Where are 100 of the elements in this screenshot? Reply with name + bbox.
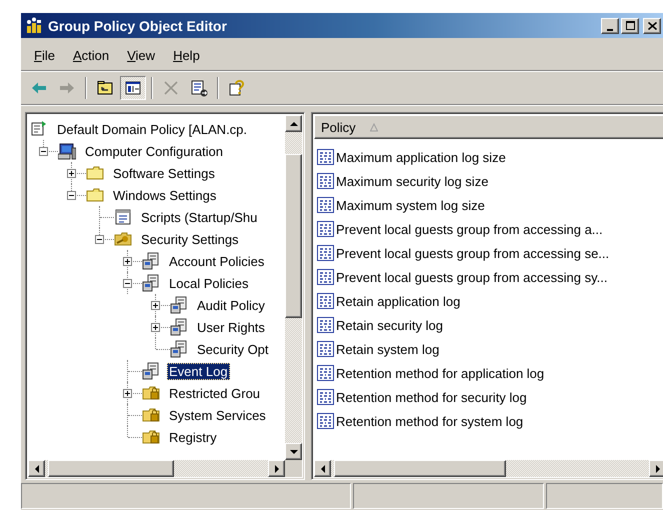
policy-item[interactable]: Maximum security log size (336, 174, 488, 188)
policy-setting-icon (316, 196, 336, 214)
computer-icon (58, 142, 76, 160)
tree-item[interactable]: Audit Policy (195, 296, 267, 314)
app-icon (25, 16, 43, 34)
menu-item[interactable]: Help (166, 46, 207, 64)
tree-expander[interactable] (123, 257, 132, 266)
tree-item[interactable]: Computer Configuration (83, 142, 226, 160)
policy-item[interactable]: Prevent local guests group from accessing a... (336, 222, 603, 236)
tree-expander[interactable] (123, 279, 132, 288)
close-button[interactable] (643, 18, 661, 34)
policy-item[interactable]: Retain system log (336, 342, 440, 356)
policy-item[interactable]: Retention method for system log (336, 414, 524, 428)
policy-setting-icon (316, 244, 336, 262)
key-folder-icon (114, 230, 132, 248)
tree-item[interactable]: Local Policies (167, 274, 250, 292)
plus-icon (125, 259, 130, 264)
policy-setting-icon (316, 292, 336, 310)
tree-toggle-button[interactable] (120, 76, 146, 100)
document-arrow-icon (190, 79, 208, 97)
lock-folder-icon (142, 384, 160, 402)
window-title: Group Policy Object Editor (48, 18, 228, 34)
policy-item[interactable]: Prevent local guests group from accessing se... (336, 246, 610, 260)
scrollbar-corner (285, 460, 302, 477)
tree-item[interactable]: Windows Settings (111, 186, 218, 204)
folder-icon (86, 164, 104, 182)
tree-item[interactable]: Registry (167, 428, 219, 446)
tree-item[interactable]: Software Settings (111, 164, 217, 182)
cross-icon (162, 79, 180, 97)
policy-setting-icon (316, 316, 336, 334)
policy-item[interactable]: Retention method for security log (336, 390, 527, 404)
policy-setting-icon (316, 364, 336, 382)
policy-item[interactable]: Prevent local guests group from accessing sy... (336, 270, 608, 284)
minus-icon (97, 239, 102, 240)
policy-setting-icon (316, 388, 336, 406)
policy-node-icon (142, 252, 160, 270)
policy-item[interactable]: Maximum system log size (336, 198, 485, 212)
scroll-right-button[interactable] (268, 460, 285, 477)
minus-icon (41, 151, 46, 152)
help-icon (228, 79, 246, 97)
scroll-left-button[interactable] (28, 460, 45, 477)
column-header[interactable]: Policy (314, 115, 663, 139)
folder-up-icon (96, 79, 114, 97)
tree-item[interactable]: Account Policies (167, 252, 266, 270)
scroll-right-button[interactable] (649, 460, 663, 477)
scroll-up-button[interactable] (285, 115, 302, 132)
tree-item[interactable]: Security Opt (195, 340, 271, 358)
scroll-down-button[interactable] (285, 443, 302, 460)
tree-expander[interactable] (39, 147, 48, 156)
tree-expander[interactable] (151, 301, 160, 310)
tree-item[interactable]: Security Settings (139, 230, 241, 248)
plus-icon (153, 325, 158, 330)
scrollbar-thumb[interactable] (48, 460, 174, 477)
tree-item[interactable]: Event Log (167, 362, 230, 380)
plus-icon (125, 391, 130, 396)
tree-expander[interactable] (67, 169, 76, 178)
tree-expander[interactable] (67, 191, 76, 200)
policy-setting-icon (316, 172, 336, 190)
notepad-icon (114, 208, 132, 226)
policy-item[interactable]: Retain security log (336, 318, 443, 332)
policy-item[interactable]: Maximum application log size (336, 150, 506, 164)
right-arrow-icon (656, 464, 660, 472)
left-arrow-icon (320, 464, 324, 472)
lock-folder-icon (142, 406, 160, 424)
policy-item[interactable]: Retention method for application log (336, 366, 544, 380)
policy-setting-icon (316, 412, 336, 430)
minimize-button[interactable] (601, 18, 619, 34)
policy-node-icon (142, 362, 160, 380)
right-arrow-icon (274, 464, 278, 472)
minus-icon (125, 283, 130, 284)
left-arrow-icon (34, 464, 38, 472)
policy-document-icon (30, 120, 48, 138)
column-title: Policy (321, 120, 356, 134)
tree-item[interactable]: Restricted Grou (167, 384, 262, 402)
tree-item[interactable]: Default Domain Policy [ALAN.cp. (55, 120, 250, 138)
policy-setting-icon (316, 220, 336, 238)
policy-setting-icon (316, 340, 336, 358)
plus-icon (69, 171, 74, 176)
tree-item[interactable]: System Services (167, 406, 268, 424)
tree-expander[interactable] (95, 235, 104, 244)
down-arrow-icon (290, 450, 298, 454)
policy-item[interactable]: Retain application log (336, 294, 460, 308)
tree-item[interactable]: Scripts (Startup/Shu (139, 208, 260, 226)
menu-item[interactable]: File (27, 46, 62, 64)
tree-expander[interactable] (123, 389, 132, 398)
menu-item[interactable]: Action (66, 46, 116, 64)
maximize-icon (626, 21, 634, 30)
policy-node-icon (170, 340, 188, 358)
policy-setting-icon (316, 148, 336, 166)
maximize-button[interactable] (621, 18, 639, 34)
tree-expander[interactable] (151, 323, 160, 332)
policy-setting-icon (316, 268, 336, 286)
up-arrow-icon (290, 122, 298, 126)
scrollbar-thumb[interactable] (334, 460, 506, 477)
tree-item[interactable]: User Rights (195, 318, 267, 336)
scroll-left-button[interactable] (314, 460, 331, 477)
scrollbar-thumb[interactable] (285, 154, 302, 318)
pane-icon (124, 79, 142, 97)
policy-node-icon (170, 318, 188, 336)
menu-item[interactable]: View (120, 46, 162, 64)
